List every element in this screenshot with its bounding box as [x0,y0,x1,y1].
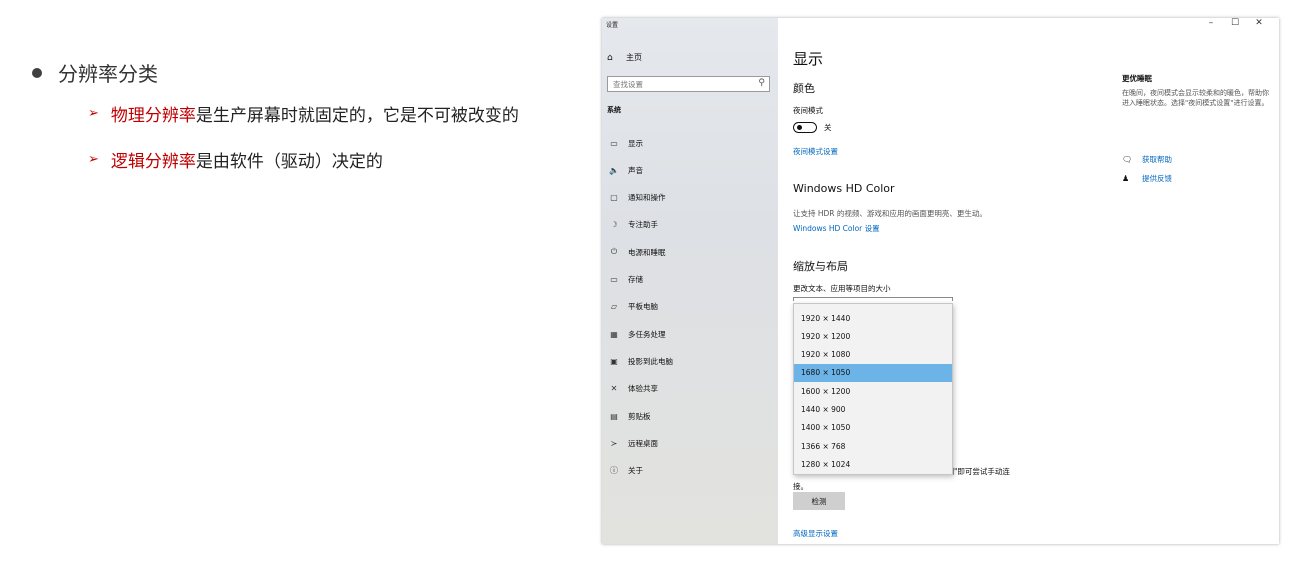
sidebar: 设置 ⌂ 主页 查找设置 ⚲ 系统 ▭ 显示 🔈 声音 ▢ 通知和操作 ☽ 专注助手 ⏻ 电源和睡… [602,18,778,544]
night-mode-state: 关 [824,123,832,132]
detect-description-line2: 接。 [793,482,808,491]
sidebar-item-12[interactable]: ⓘ 关于 [607,464,643,478]
help-chat-icon: 🗨 [1122,155,1133,164]
feedback-label: 提供反馈 [1142,174,1172,183]
settings-window: 设置 ⌂ 主页 查找设置 ⚲ 系统 ▭ 显示 🔈 声音 ▢ 通知和操作 ☽ 专注助手 ⏻ 电源和睡… [602,18,1279,544]
resolution-option[interactable]: 1920 × 1440 [794,309,952,327]
sidebar-item-label: 声音 [628,165,643,175]
sidebar-item-label: 关于 [628,466,643,476]
scale-description: 更改文本、应用等项目的大小 [793,284,891,293]
hd-color-heading: Windows HD Color [793,182,895,195]
sidebar-item-2[interactable]: ▢ 通知和操作 [607,191,666,205]
sidebar-item-label: 多任务处理 [628,329,666,339]
remote-icon: ≻ [610,438,618,448]
tablet-icon: ▱ [610,302,618,312]
sidebar-item-label: 存储 [628,275,643,284]
sidebar-item-5[interactable]: ▭ 存储 [607,273,643,287]
info-icon: ⓘ [610,466,618,476]
sidebar-item-label: 电源和睡眠 [628,247,666,257]
sidebar-item-label: 平板电脑 [628,302,658,312]
minimize-button[interactable]: – [1199,18,1223,28]
bullet-text: 分辨率分类 [58,62,158,86]
resolution-option[interactable]: 1440 × 900 [794,401,952,419]
get-help-link[interactable]: 🗨 获取帮助 [1122,154,1172,165]
sub-item-logical: ➢ 逻辑分辨率 是由软件（驱动）决定的 [88,147,383,172]
sidebar-item-10[interactable]: ▤ 剪贴板 [607,409,651,423]
resolution-option[interactable]: 1920 × 1080 [794,346,952,364]
moon-icon: ☽ [610,220,618,230]
get-help-label: 获取帮助 [1142,155,1172,164]
clipboard-icon: ▤ [610,411,618,421]
feedback-icon: ♟ [1122,174,1130,183]
sidebar-item-7[interactable]: ▦ 多任务处理 [607,327,666,341]
hd-color-description: 让支持 HDR 的视频、游戏和应用的画面更明亮、更生动。 [793,209,987,218]
resolution-option[interactable]: 1366 × 768 [794,437,952,455]
search-input[interactable]: 查找设置 ⚲ [607,76,770,92]
sidebar-item-8[interactable]: ▣ 投影到此电脑 [607,354,673,368]
sidebar-item-label: 通知和操作 [628,193,666,203]
resolution-option[interactable]: 1280 × 1024 [794,455,952,473]
search-icon: ⚲ [758,78,765,88]
sidebar-item-label: 剪贴板 [628,411,651,421]
sidebar-item-6[interactable]: ▱ 平板电脑 [607,300,658,314]
slide-bullet: 分辨率分类 [32,58,158,87]
sleep-tip-title: 更优睡眠 [1122,74,1152,83]
storage-icon: ▭ [610,275,618,284]
sidebar-item-label: 显示 [628,138,643,148]
arrow-bullet-icon: ➢ [88,152,99,167]
resolution-option[interactable]: 1920 × 1200 [794,327,952,345]
detect-button[interactable]: 检测 [793,492,845,510]
resolution-option[interactable]: 1400 × 1050 [794,419,952,437]
sidebar-item-label: 投影到此电脑 [628,356,673,366]
maximize-button[interactable]: ☐ [1223,18,1247,28]
resolution-dropdown-list[interactable]: 1920 × 1440 1920 × 1200 1920 × 1080 1680 × … [793,303,953,475]
window-controls: – ☐ ✕ [1199,18,1271,28]
bullet-dot-icon [32,67,42,78]
home-icon: ⌂ [607,52,613,63]
sidebar-item-9[interactable]: ✕ 体验共享 [607,382,658,396]
advanced-display-link[interactable]: 高级显示设置 [793,528,838,539]
sub-item-text: 是由软件（驱动）决定的 [195,152,383,172]
page-title: 显示 [793,50,824,68]
toggle-knob [797,125,802,130]
multitask-icon: ▦ [610,329,618,339]
sidebar-item-label: 体验共享 [628,384,658,394]
window-title: 设置 [606,22,619,29]
sub-item-physical: ➢ 物理分辨率 是生产屏幕时就固定的，它是不可被改变的 [88,101,519,126]
night-mode-label: 夜间模式 [793,106,823,115]
sidebar-item-11[interactable]: ≻ 远程桌面 [607,436,658,450]
sub-item-highlight: 物理分辨率 [110,106,196,126]
arrow-bullet-icon: ➢ [88,106,99,121]
sidebar-item-label: 远程桌面 [628,438,658,448]
power-icon: ⏻ [610,247,618,257]
sidebar-item-3[interactable]: ☽ 专注助手 [607,218,658,232]
sub-item-text: 是生产屏幕时就固定的，它是不可被改变的 [195,106,519,126]
resolution-option[interactable]: 1680 × 1050 [794,363,952,382]
scale-heading: 缩放与布局 [793,260,848,273]
share-icon: ✕ [610,384,618,394]
speaker-icon: 🔈 [609,165,619,175]
notification-icon: ▢ [610,193,618,203]
sub-item-highlight: 逻辑分辨率 [110,152,196,172]
sidebar-item-label: 专注助手 [628,220,658,230]
hd-color-settings-link[interactable]: Windows HD Color 设置 [793,223,880,234]
monitor-icon: ▭ [610,138,618,148]
sidebar-item-home[interactable]: ⌂ 主页 [607,52,642,63]
section-label: 系统 [607,106,621,114]
feedback-link[interactable]: ♟ 提供反馈 [1122,173,1172,184]
sidebar-item-1[interactable]: 🔈 声音 [607,163,643,177]
close-button[interactable]: ✕ [1247,18,1271,28]
color-heading: 颜色 [793,82,815,95]
night-mode-settings-link[interactable]: 夜间模式设置 [793,146,838,157]
sidebar-item-label: 主页 [626,53,642,62]
search-placeholder: 查找设置 [613,79,643,89]
project-icon: ▣ [610,356,618,366]
scale-dropdown[interactable] [793,297,953,301]
sidebar-item-0[interactable]: ▭ 显示 [607,136,643,150]
resolution-option[interactable]: 1600 × 1200 [794,382,952,400]
sleep-tip-description: 在晚间，夜间模式会显示较柔和的暖色，帮助你进入睡眠状态。选择"夜间模式设置"进行… [1122,89,1269,107]
night-mode-toggle[interactable] [793,122,817,133]
sidebar-item-4[interactable]: ⏻ 电源和睡眠 [607,245,666,259]
